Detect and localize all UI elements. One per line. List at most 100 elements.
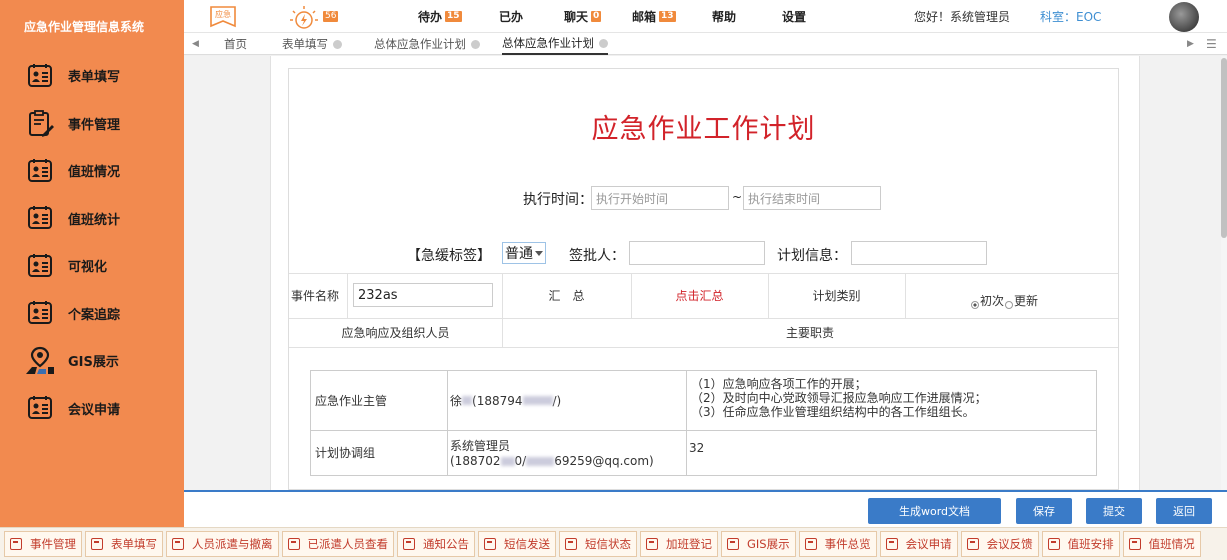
form-icon [24,392,56,424]
table-row: 应急作业主管 [315,394,388,408]
form-icon [91,538,103,550]
sidebar-item-label: 值班统计 [68,212,121,228]
chevron-down-icon [535,250,543,256]
approver-label: 签批人： [569,248,625,264]
plan-type-label: 计划类别 [812,289,861,303]
summary-label: 汇 总 [548,289,585,303]
sidebar-item-5[interactable]: 可视化 [0,242,184,290]
sidebar-item-label: GIS展示 [68,355,119,371]
help-menu[interactable]: 帮助 [712,0,736,33]
save-button[interactable]: 保存 [1016,498,1072,524]
quick-nav-item[interactable]: 短信发送 [478,531,556,557]
alarm-indicator[interactable]: 56 [288,0,339,33]
urgency-label: 【急缓标签】 [407,248,491,264]
tab-close-icon[interactable] [333,39,342,49]
sidebar-item-label: 可视化 [68,260,108,276]
page-title: 应急作业工作计划 [591,114,816,145]
tab-bar: ◀ 首页 表单填写 总体应急作业计划 总体应急作业计划 ▶ ☰ [184,33,1227,55]
clipboard-edit-icon [24,107,56,139]
user-greeting: 您好！系统管理员 [914,10,1011,24]
quick-nav-item[interactable]: 值班安排 [1041,531,1120,557]
sidebar: 应急作业管理信息系统 表单填写 事件管理 值班情况 值班统计 可视化 个案追踪 GIS展示会… [0,0,184,527]
form-icon [727,538,739,550]
tab-menu-icon[interactable]: ☰ [1206,33,1217,55]
todo-menu[interactable]: 待办 15 [418,0,462,33]
quick-nav-item[interactable]: GIS展示 [721,531,796,557]
tab-close-icon[interactable] [471,39,480,49]
event-name-input[interactable]: 232as [353,283,493,307]
plan-type-radio-group: 初次 更新 [971,285,1038,309]
form-icon [172,538,184,550]
todo-count: 15 [445,11,462,22]
quick-nav-item[interactable]: 短信状态 [559,531,637,557]
department-label: 科室：EOC [1040,10,1102,24]
sidebar-item-label: 值班情况 [68,165,121,181]
sidebar-item-label: 事件管理 [68,117,121,133]
plan-info-label: 计划信息： [777,248,847,264]
tab-close-icon[interactable] [599,38,608,48]
chat-menu[interactable]: 聊天 0 [564,0,602,33]
quick-nav-item[interactable]: 事件管理 [4,531,82,557]
sidebar-item-1[interactable]: 表单填写 [0,52,184,100]
avatar[interactable] [1169,2,1199,32]
quick-nav-item[interactable]: 值班情况 [1122,531,1201,557]
role-person: 徐 (188794/) [450,393,562,409]
form-icon [24,60,56,92]
table-row: 计划协调组 [315,446,376,460]
mail-menu[interactable]: 邮箱 13 [632,0,676,33]
form-icon [24,202,56,234]
approver-input[interactable] [629,241,765,265]
role-person: 系统管理员 (188702 0/69259@qq.com) [450,439,654,468]
urgency-select[interactable]: 普通 [502,242,546,264]
col-personnel-header: 应急响应及组织人员 [341,326,450,340]
role-duties: （1）应急响应各项工作的开展； （2）及时向中心党政领导汇报应急响应工作进展情况… [691,377,987,419]
summary-link[interactable]: 点击汇总 [631,273,768,318]
alarm-count: 56 [323,11,339,22]
sidebar-item-4[interactable]: 值班统计 [0,195,184,243]
quick-nav-item[interactable]: 已派遣人员查看 [281,531,394,557]
quick-nav-item[interactable]: 人员派遣与撤离 [166,531,279,557]
tab-scroll-right-icon[interactable]: ▶ [1187,33,1194,55]
scrollbar-thumb[interactable] [1221,58,1227,238]
exec-time-label: 执行时间： [523,192,593,208]
quick-nav-item[interactable]: 表单填写 [85,531,163,557]
done-menu[interactable]: 已办 [499,0,523,33]
settings-menu[interactable]: 设置 [782,0,806,33]
submit-button[interactable]: 提交 [1086,498,1142,524]
form-icon [1047,538,1060,550]
form-icon [565,538,577,550]
mail-count: 13 [659,11,676,22]
back-button[interactable]: 返回 [1156,498,1212,524]
quick-nav-item[interactable]: 加班登记 [640,531,718,557]
generate-word-button[interactable]: 生成word文档 [868,498,1001,524]
tab-overall-plan-active[interactable]: 总体应急作业计划 [502,33,608,55]
form-icon [885,538,898,550]
tab-scroll-left-icon[interactable]: ◀ [192,33,199,55]
sidebar-item-8[interactable]: 会议申请 [0,385,184,433]
role-duties: 32 [689,441,705,455]
emergency-icon[interactable]: 应急 [208,0,238,33]
sidebar-item-label: 个案追踪 [68,307,121,323]
tab-home[interactable]: 首页 [224,33,247,55]
tab-overall-plan[interactable]: 总体应急作业计划 [374,33,480,55]
map-pin-icon [24,345,56,377]
quick-nav-item[interactable]: 通知公告 [397,531,475,557]
form-icon [966,538,979,550]
roles-table: 应急作业主管 徐 (188794/) （1）应急响应各项工作的开展； （2）及时向… [310,370,1097,476]
quick-nav-item[interactable]: 会议申请 [879,531,958,557]
radio-update[interactable] [1005,301,1014,309]
quick-nav-item[interactable]: 会议反馈 [960,531,1039,557]
exec-start-input[interactable]: 执行开始时间 [591,186,729,210]
exec-end-input[interactable]: 执行结束时间 [743,186,881,210]
sidebar-item-7[interactable]: GIS展示 [0,337,184,385]
sidebar-item-3[interactable]: 值班情况 [0,147,184,195]
radio-initial[interactable] [971,301,979,309]
tab-form-fill[interactable]: 表单填写 [282,33,342,55]
sidebar-item-6[interactable]: 个案追踪 [0,290,184,338]
top-header: 应急 56 待办 15 已办 聊天 0 邮箱 13 帮助 设置 您好！系统管理员 科室… [184,0,1227,33]
sidebar-nav: 表单填写事件管理值班情况值班统计可视化个案追踪 GIS展示会议申请 [0,52,184,432]
plan-info-input[interactable] [851,241,987,265]
sidebar-item-2[interactable]: 事件管理 [0,100,184,148]
quick-nav-item[interactable]: 事件总览 [798,531,877,557]
action-bar: 生成word文档 保存 提交 返回 [184,490,1227,527]
